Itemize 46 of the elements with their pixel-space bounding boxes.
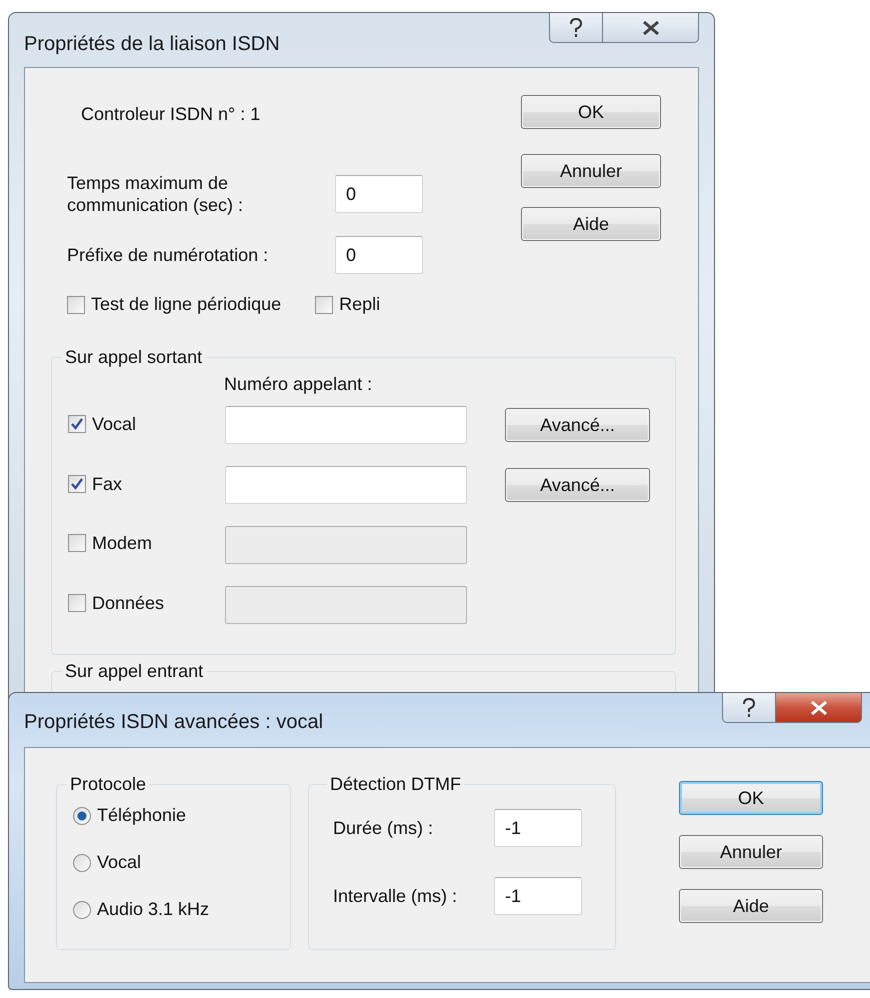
- checkbox[interactable]: Vocal: [68, 414, 136, 435]
- dialog-button[interactable]: Annuler: [521, 154, 661, 188]
- close-icon: [810, 700, 828, 714]
- window-title: Propriétés de la liaison ISDN: [24, 33, 280, 56]
- input-field[interactable]: 0: [335, 236, 423, 274]
- dialog-button[interactable]: Annuler: [679, 835, 823, 869]
- group-title: Protocole: [69, 774, 148, 795]
- field-label: Préfixe de numérotation :: [67, 244, 270, 266]
- check-icon: [70, 417, 84, 432]
- dialog-button[interactable]: OK: [521, 95, 661, 129]
- dialog-button[interactable]: Aide: [521, 207, 661, 241]
- checkbox[interactable]: Modem: [68, 532, 152, 554]
- dialog-button[interactable]: Aide: [679, 889, 823, 923]
- input-field[interactable]: 0: [335, 175, 423, 213]
- radio-button[interactable]: Audio 3.1 kHz: [73, 899, 280, 920]
- close-icon: [642, 20, 660, 34]
- help-icon: [569, 18, 583, 38]
- field-label: Intervalle (ms) :: [333, 885, 458, 907]
- controller-label: Controleur ISDN n° : 1: [80, 103, 262, 126]
- input-field[interactable]: -1: [494, 809, 582, 847]
- checkbox[interactable]: Test de ligne périodique: [67, 294, 282, 315]
- help-button[interactable]: [722, 693, 776, 723]
- dialog-button[interactable]: OK: [679, 781, 823, 815]
- radio-button[interactable]: Vocal: [73, 852, 280, 873]
- checkbox[interactable]: Fax: [68, 474, 122, 495]
- field-label: Temps maximum de communication (sec) :: [67, 172, 244, 216]
- advanced-button[interactable]: Avancé...: [505, 408, 650, 442]
- input-field[interactable]: [225, 466, 467, 504]
- radio-dot-icon: [77, 810, 87, 820]
- help-icon: [742, 698, 756, 718]
- checkbox[interactable]: Données: [68, 592, 164, 614]
- radio-button[interactable]: Téléphonie: [73, 805, 280, 826]
- column-label: Numéro appelant :: [224, 373, 374, 396]
- help-button[interactable]: [549, 13, 603, 43]
- input-field[interactable]: [225, 406, 467, 444]
- window-title: Propriétés ISDN avancées : vocal: [24, 711, 324, 734]
- group-title: Sur appel entrant: [64, 661, 204, 682]
- field-label: Durée (ms) :: [333, 817, 434, 839]
- checkbox[interactable]: Repli: [315, 294, 380, 315]
- advanced-button[interactable]: Avancé...: [505, 468, 650, 502]
- group-title: Sur appel sortant: [64, 347, 204, 368]
- group-title: Détection DTMF: [329, 774, 462, 795]
- close-button[interactable]: [603, 13, 699, 43]
- close-button[interactable]: [776, 693, 862, 723]
- check-icon: [70, 477, 84, 492]
- input-field[interactable]: -1: [494, 877, 582, 915]
